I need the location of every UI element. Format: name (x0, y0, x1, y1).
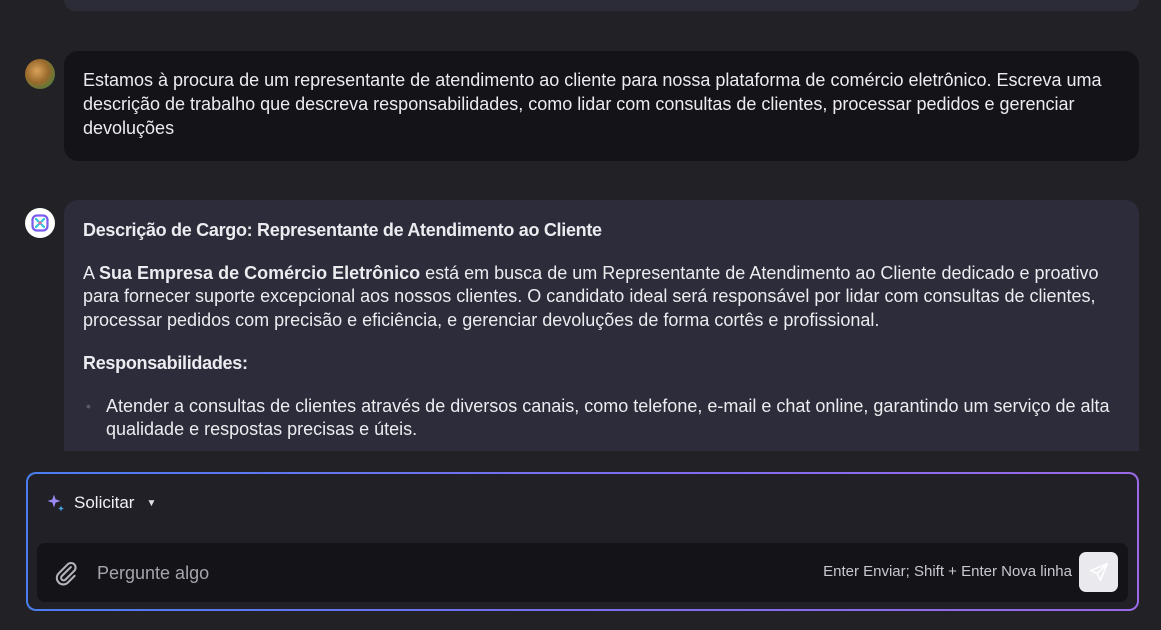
list-item: • Atender a consultas de clientes atravé… (83, 395, 1120, 442)
prompt-input[interactable] (95, 553, 759, 593)
mode-label: Solicitar (74, 493, 135, 512)
send-icon (1089, 562, 1108, 582)
responsibilities-heading: Responsabilidades: (83, 353, 248, 373)
previous-message-bubble (64, 0, 1139, 11)
message-composer: Solicitar ▼ Enter Enviar; Shift + Enter … (26, 472, 1139, 611)
sparkle-icon (47, 494, 64, 512)
responsibilities-list: • Atender a consultas de clientes atravé… (83, 395, 1120, 442)
send-button[interactable] (1079, 552, 1118, 592)
user-avatar (25, 59, 55, 89)
user-message-bubble: Estamos à procura de um representante de… (64, 51, 1139, 161)
assistant-logo-icon (31, 214, 49, 232)
intro-prefix: A (83, 262, 100, 283)
intro-paragraph: A Sua Empresa de Comércio Eletrônico est… (83, 262, 1120, 333)
list-item-text: Atender a consultas de clientes através … (106, 395, 1110, 440)
chat-area: Estamos à procura de um representante de… (0, 0, 1161, 451)
assistant-message-bubble: Descrição de Cargo: Representante de Ate… (64, 200, 1139, 451)
paperclip-icon[interactable] (53, 559, 79, 587)
job-title-heading: Descrição de Cargo: Representante de Ate… (83, 220, 602, 240)
company-name: Sua Empresa de Comércio Eletrônico (99, 262, 421, 283)
user-message-text: Estamos à procura de um representante de… (83, 70, 1102, 138)
mode-selector[interactable]: Solicitar ▼ (46, 491, 156, 515)
bullet-icon: • (86, 397, 91, 414)
keyboard-hint: Enter Enviar; Shift + Enter Nova linha (823, 563, 1072, 580)
caret-down-icon: ▼ (146, 497, 157, 509)
input-row: Enter Enviar; Shift + Enter Nova linha (37, 543, 1128, 602)
assistant-avatar (25, 208, 55, 238)
